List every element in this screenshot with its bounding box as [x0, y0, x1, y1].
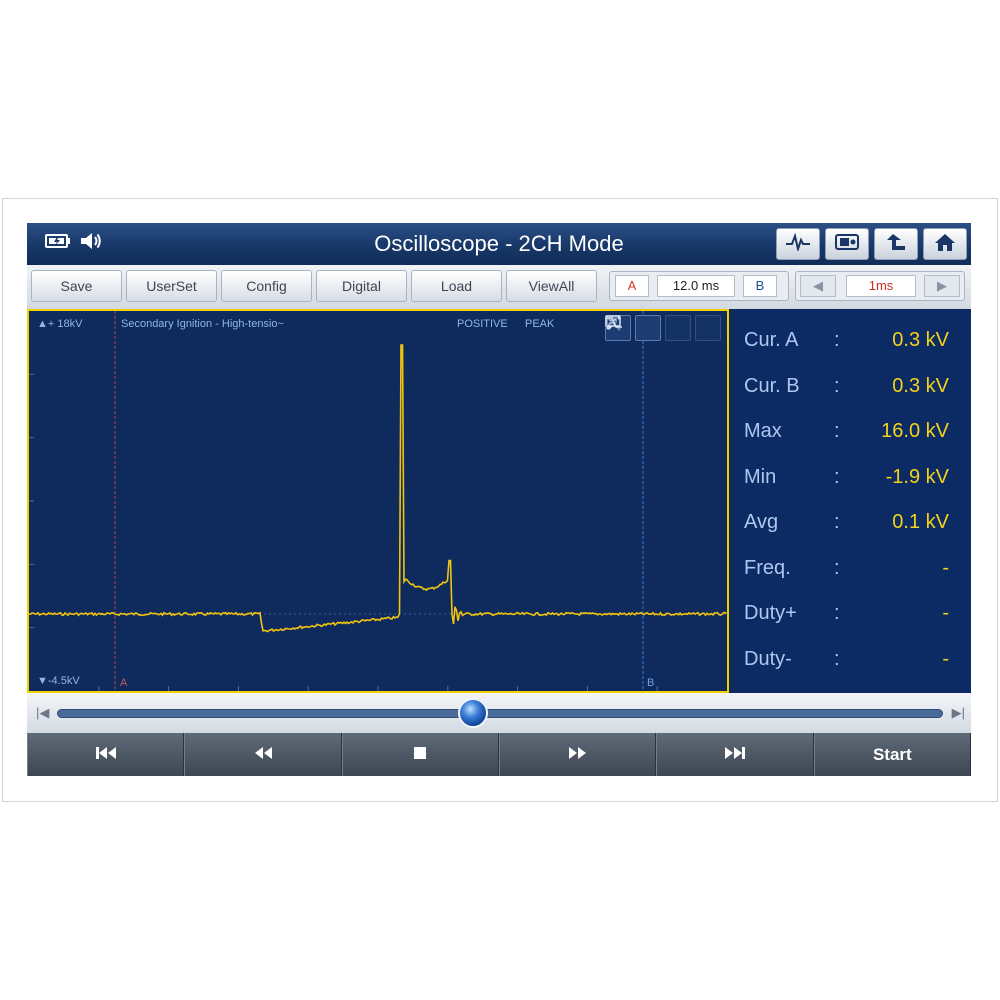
digital-button[interactable]: Digital	[316, 270, 407, 302]
home-icon	[934, 232, 956, 257]
cursor-span-value: 12.0 ms	[657, 275, 735, 297]
timebase-decrease-button[interactable]: ◀	[800, 275, 836, 297]
fast-forward-button[interactable]	[498, 733, 657, 776]
playback-track[interactable]	[57, 709, 943, 718]
readout-value: 16.0 kV	[881, 420, 949, 442]
cursor-toggle-button[interactable]	[606, 315, 661, 341]
back-button[interactable]	[874, 228, 918, 260]
playback-scrubber: |◀ ▶|	[27, 693, 971, 733]
waveform-icon	[785, 232, 811, 256]
readout-value: -	[942, 647, 949, 670]
readout-separator: :	[834, 465, 840, 488]
readout-value: -1.9 kV	[885, 465, 949, 488]
readout-label: Duty+	[744, 602, 797, 624]
title-actions	[776, 228, 967, 260]
title-bar: Oscilloscope - 2CH Mode	[27, 223, 971, 265]
readout-row: Max: 16.0 kV	[735, 414, 971, 448]
playback-knob[interactable]	[458, 698, 489, 728]
y-top-label: ▲+ 18kV	[37, 318, 83, 330]
fast-forward-icon	[568, 745, 588, 765]
plot-tools	[605, 315, 721, 341]
waveform-canvas	[29, 311, 727, 691]
trigger-polarity: POSITIVE	[457, 318, 508, 330]
load-button[interactable]: Load	[411, 270, 502, 302]
timebase-value: 1ms	[846, 275, 916, 297]
readout-value: -	[942, 556, 949, 579]
readout-separator: :	[834, 420, 840, 442]
cursor-a-button[interactable]: A	[615, 275, 649, 297]
save-button[interactable]: Save	[31, 270, 122, 302]
back-icon	[885, 232, 907, 257]
skip-start-button[interactable]	[27, 733, 185, 776]
close-button[interactable]	[606, 315, 721, 341]
readout-separator: :	[834, 556, 840, 579]
config-button[interactable]: Config	[221, 270, 312, 302]
readout-value: -	[942, 602, 949, 624]
readout-row: Freq.: -	[735, 551, 971, 585]
waveform-button[interactable]	[776, 228, 820, 260]
viewall-button[interactable]: ViewAll	[506, 270, 597, 302]
scrub-end-icon[interactable]: ▶|	[952, 705, 965, 721]
transport-controls: Start	[27, 733, 971, 776]
chevron-right-icon: ▶	[937, 278, 947, 293]
readout-separator: :	[834, 602, 840, 624]
y-bottom-label: ▼-4.5kV	[37, 675, 80, 687]
screenshot-button[interactable]	[825, 228, 869, 260]
screenshot-icon	[834, 233, 860, 256]
cursor-b-button[interactable]: B	[743, 275, 777, 297]
channel-name: Secondary Ignition - High-tensio~	[121, 318, 284, 330]
chevron-left-icon: ◀	[813, 278, 823, 293]
home-button[interactable]	[923, 228, 967, 260]
measurement-panel: Cur. A: 0.3 kV Cur. B: 0.3 kV Max: 16.0 kV Min…	[735, 309, 971, 693]
stop-button[interactable]	[341, 733, 499, 776]
readout-label: Cur. A	[744, 329, 799, 351]
userset-button[interactable]: UserSet	[126, 270, 217, 302]
cursor-b-marker: B	[647, 677, 655, 689]
readout-separator: :	[834, 329, 840, 351]
zoom-button[interactable]	[606, 315, 691, 341]
skip-end-icon	[724, 745, 746, 765]
readout-separator: :	[834, 647, 840, 670]
cursor-a-marker: A	[120, 677, 128, 689]
plot-grid	[29, 373, 727, 691]
oscilloscope-screen: Oscilloscope - 2CH Mode Save UserSet Con…	[27, 223, 971, 776]
readout-value: 0.1 kV	[892, 511, 949, 533]
function-toolbar: Save UserSet Config Digital Load ViewAll…	[27, 265, 971, 309]
readout-label: Avg	[744, 511, 779, 533]
readout-row: Cur. A: 0.3 kV	[735, 323, 971, 357]
readout-separator: :	[834, 374, 840, 397]
readout-row: Cur. B: 0.3 kV	[735, 369, 971, 403]
scrub-start-icon[interactable]: |◀	[36, 705, 49, 721]
skip-start-icon	[95, 745, 117, 765]
waveform-trace	[29, 344, 727, 633]
timebase-group: ◀ 1ms ▶	[795, 271, 965, 301]
readout-value: 0.3 kV	[892, 329, 949, 351]
readout-row: Duty-: -	[735, 642, 971, 676]
stop-icon	[413, 745, 427, 765]
skip-end-button[interactable]	[656, 733, 814, 776]
readout-row: Avg: 0.1 kV	[735, 505, 971, 539]
start-button[interactable]: Start	[813, 733, 971, 776]
waveform-plot[interactable]: ▲+ 18kV Secondary Ignition - High-tensio…	[27, 309, 729, 693]
readout-value: 0.3 kV	[892, 374, 949, 397]
timebase-increase-button[interactable]: ▶	[924, 275, 960, 297]
readout-label: Duty-	[744, 647, 792, 670]
cursor-span-group: A 12.0 ms B	[609, 271, 789, 301]
readout-separator: :	[834, 511, 840, 533]
readout-label: Max	[744, 420, 782, 442]
readout-row: Duty+: -	[735, 596, 971, 630]
readout-row: Min: -1.9 kV	[735, 460, 971, 494]
rewind-button[interactable]	[184, 733, 342, 776]
rewind-icon	[253, 745, 273, 765]
readout-label: Freq.	[744, 556, 791, 579]
readout-label: Cur. B	[744, 374, 800, 397]
readout-label: Min	[744, 465, 777, 488]
acquisition-mode: PEAK	[525, 318, 555, 330]
